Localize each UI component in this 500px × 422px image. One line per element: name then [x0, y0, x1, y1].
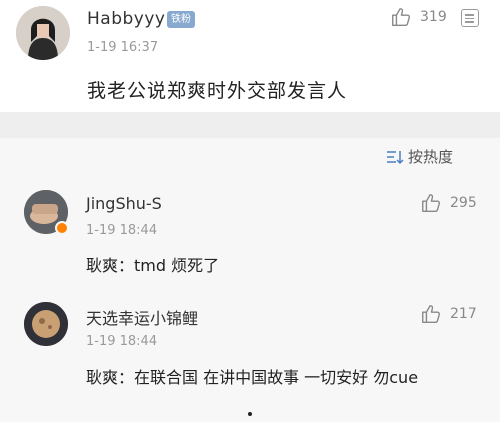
sort-label: 按热度: [408, 148, 454, 166]
post-time: 1-19 16:37: [87, 40, 159, 55]
comment-avatar[interactable]: [24, 302, 68, 346]
sort-icon: [387, 150, 404, 164]
scroll-indicator-dot: [248, 412, 252, 416]
fan-badge: 铁粉: [167, 11, 195, 28]
post-username[interactable]: Habbyyy: [87, 9, 165, 29]
comment-username[interactable]: JingShu-S: [86, 194, 162, 213]
thumbs-up-icon: [422, 305, 441, 323]
post-like-button[interactable]: 319: [390, 6, 447, 28]
comment-like-button[interactable]: 295: [420, 192, 477, 214]
comment-like-button[interactable]: 217: [420, 303, 477, 325]
comment-like-count: 217: [450, 306, 477, 322]
comment-time: 1-19 18:44: [86, 334, 158, 349]
more-icon[interactable]: [461, 9, 479, 27]
comment-time: 1-19 18:44: [86, 223, 158, 238]
comment-username[interactable]: 天选幸运小锦鲤: [86, 305, 198, 329]
comment-text: 耿爽：tmd 烦死了: [86, 256, 220, 275]
sort-by-hot-button[interactable]: 按热度: [386, 146, 453, 167]
avatar-image: [24, 302, 68, 346]
comment-like-count: 295: [450, 195, 477, 211]
comment-text: 耿爽：在联合国 在讲中国故事 一切安好 勿cue: [86, 368, 419, 387]
thumbs-up-icon: [392, 8, 411, 26]
post-like-count: 319: [420, 9, 447, 25]
section-divider: [0, 112, 500, 138]
avatar-image: [16, 6, 70, 60]
avatar[interactable]: [16, 6, 70, 60]
post-text: 我老公说郑爽时外交部发言人: [87, 80, 348, 102]
verified-badge-icon: [55, 221, 69, 235]
thumbs-up-icon: [422, 194, 441, 212]
